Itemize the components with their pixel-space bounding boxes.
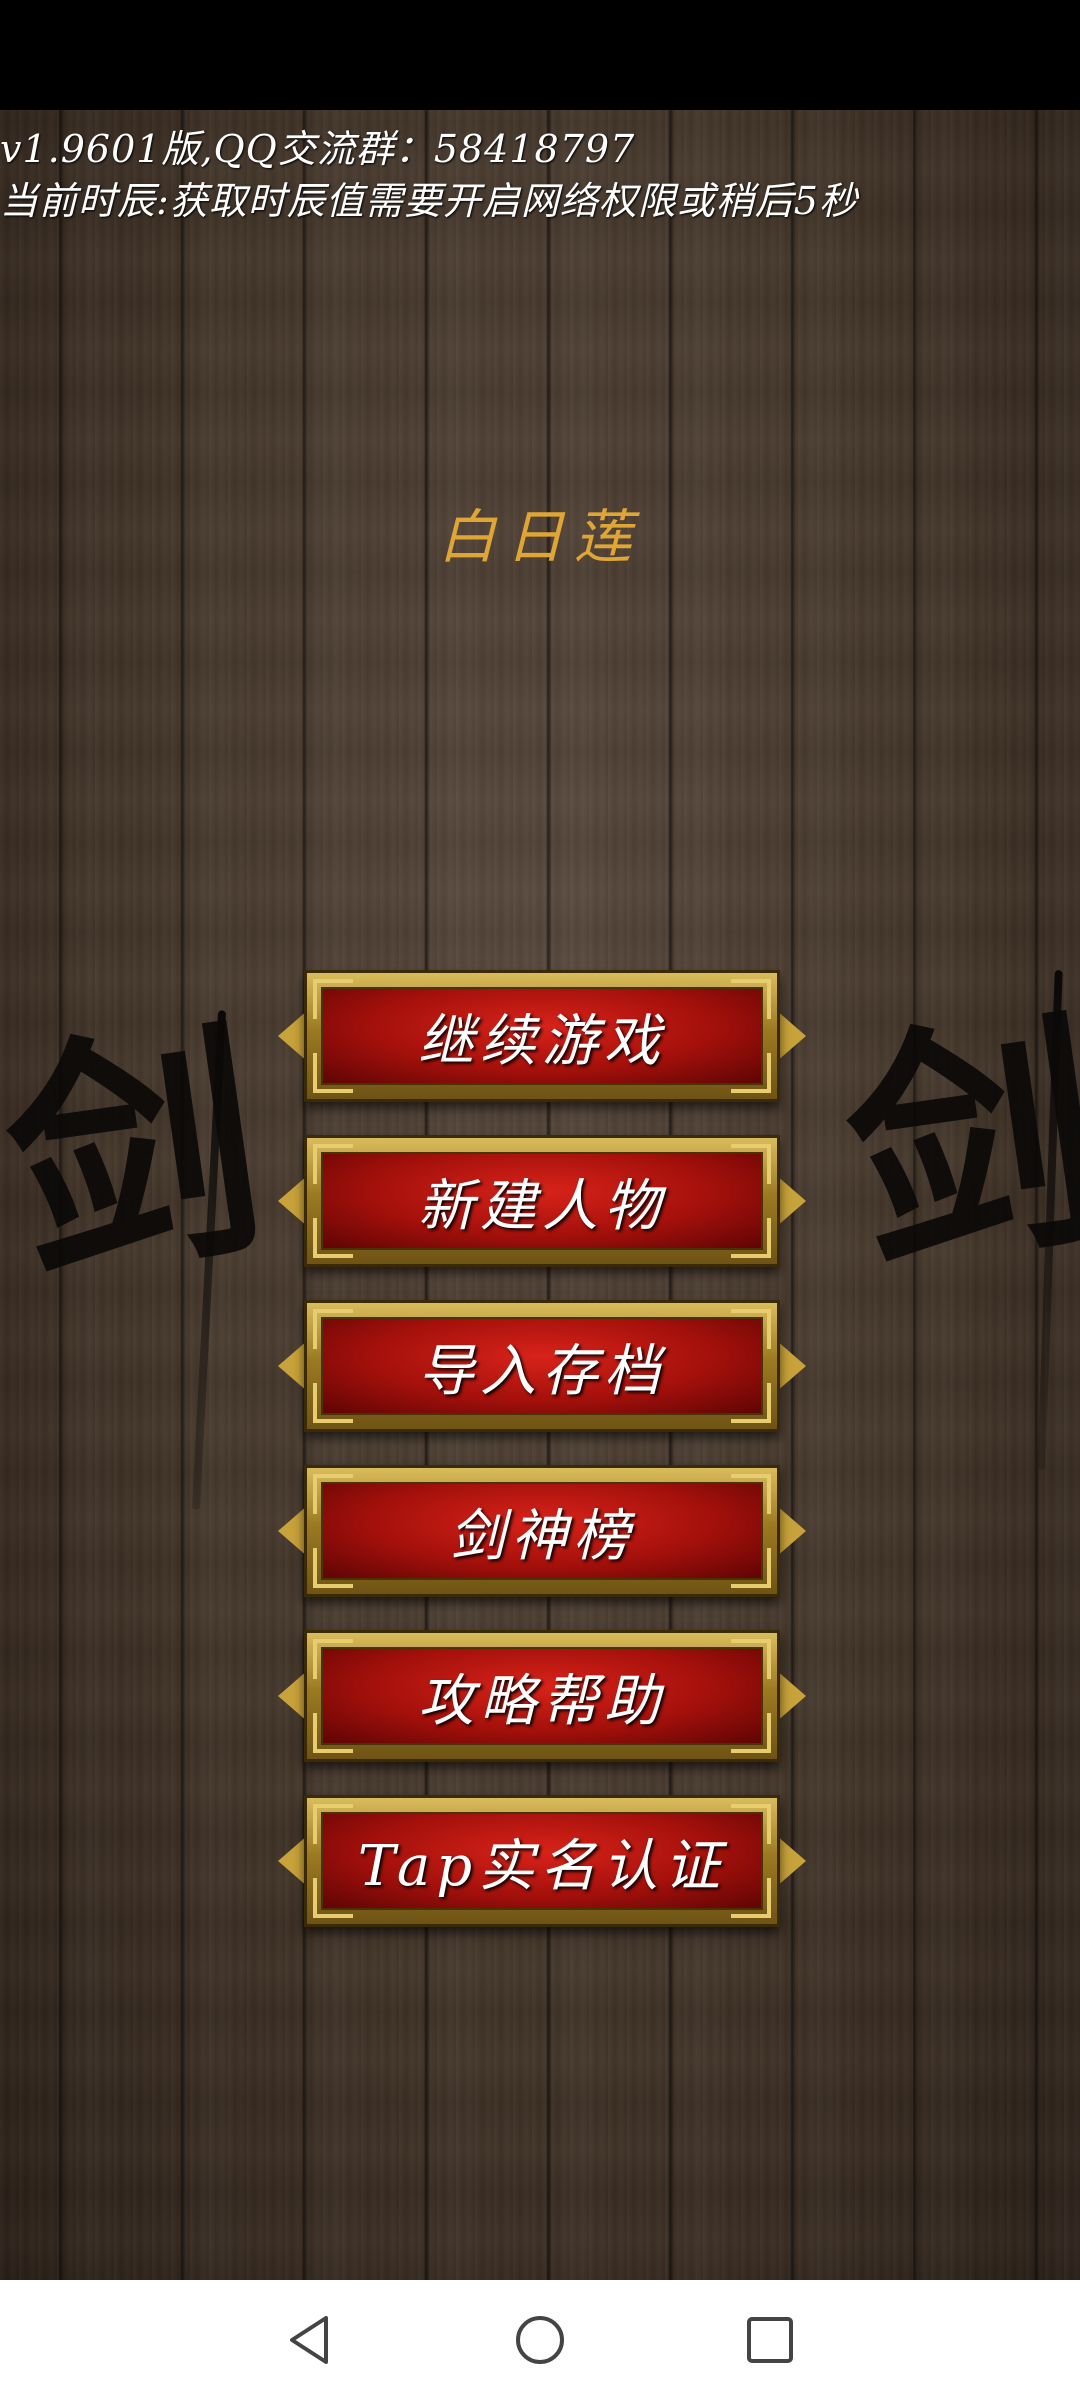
tap-verification-button[interactable]: Tap实名认证 xyxy=(278,1795,806,1927)
status-bar xyxy=(0,0,1080,110)
import-save-button[interactable]: 导入存档 xyxy=(278,1300,806,1432)
recent-apps-button[interactable] xyxy=(742,2312,798,2368)
button-label: 攻略帮助 xyxy=(418,1668,666,1734)
sword-calligraphy-left: 剑 xyxy=(0,992,280,1318)
sword-calligraphy-right: 剑 xyxy=(830,982,1080,1308)
version-info: v1.9601版,QQ交流群：58418797 xyxy=(0,127,636,171)
button-label: 新建人物 xyxy=(418,1173,666,1239)
main-menu: 继续游戏 新建人物 导入存档 剑神榜 攻略帮助 Tap实名认证 xyxy=(278,970,806,1960)
button-label: 剑神榜 xyxy=(449,1503,635,1569)
leaderboard-button[interactable]: 剑神榜 xyxy=(278,1465,806,1597)
button-label: Tap实名认证 xyxy=(357,1833,727,1899)
player-name: 白日莲 xyxy=(437,503,642,571)
home-button[interactable] xyxy=(512,2312,568,2368)
time-info: 当前时辰:获取时辰值需要开启网络权限或稍后5秒 xyxy=(0,179,858,223)
home-icon xyxy=(516,2316,564,2364)
button-label: 导入存档 xyxy=(418,1338,666,1404)
new-character-button[interactable]: 新建人物 xyxy=(278,1135,806,1267)
guide-help-button[interactable]: 攻略帮助 xyxy=(278,1630,806,1762)
navigation-bar xyxy=(0,2280,1080,2400)
button-label: 继续游戏 xyxy=(418,1008,666,1074)
back-icon xyxy=(290,2316,328,2364)
back-button[interactable] xyxy=(282,2312,338,2368)
recent-apps-icon xyxy=(747,2317,793,2363)
game-screen: v1.9601版,QQ交流群：58418797 当前时辰:获取时辰值需要开启网络… xyxy=(0,0,1080,2400)
continue-game-button[interactable]: 继续游戏 xyxy=(278,970,806,1102)
